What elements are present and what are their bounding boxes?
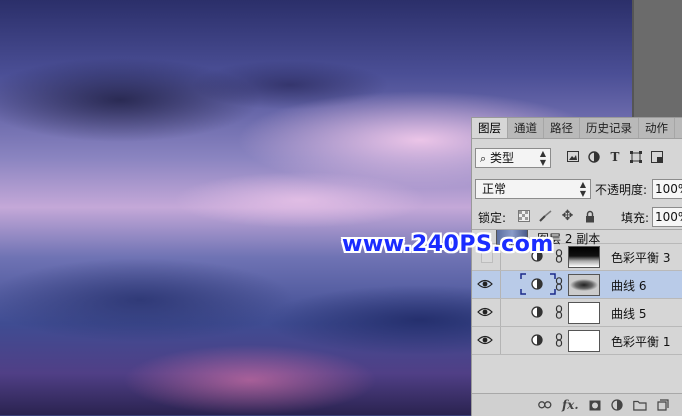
filter-kind-value: 类型 — [490, 151, 515, 165]
layer-mask-thumbnail[interactable] — [568, 330, 600, 352]
blend-mode-value: 正常 — [482, 182, 507, 196]
link-chain-icon[interactable] — [555, 305, 563, 319]
layer-name: 曲线 5 — [611, 307, 647, 321]
link-chain-icon[interactable] — [555, 249, 563, 263]
layer-row[interactable]: 曲线 6 — [472, 271, 682, 299]
opacity-input[interactable]: 100% — [652, 179, 682, 199]
fill-label: 填充: — [621, 211, 650, 225]
tab-layers[interactable]: 图层 — [472, 118, 508, 138]
smart-object-filter-icon[interactable] — [651, 150, 663, 163]
watermark-text: www.240PS.com — [342, 232, 554, 257]
layer-name: 色彩平衡 1 — [611, 335, 671, 349]
select-arrows-icon: ▲ ▼ — [539, 149, 546, 167]
layer-row[interactable]: 色彩平衡 1 — [472, 327, 682, 355]
tab-actions[interactable]: 动作 — [639, 118, 675, 138]
fill-input[interactable]: 100% — [652, 207, 682, 227]
layer-mask-thumbnail[interactable] — [568, 246, 600, 268]
folder-icon[interactable] — [632, 398, 647, 412]
mask-icon[interactable] — [589, 398, 601, 412]
search-icon: ⌕ — [480, 152, 487, 165]
layer-mask-thumbnail[interactable] — [568, 302, 600, 324]
new-layer-icon[interactable] — [656, 398, 669, 412]
eye-icon[interactable] — [477, 305, 493, 319]
eye-icon[interactable] — [477, 277, 493, 291]
adjustment-layer-icon — [531, 306, 543, 318]
tab-paths[interactable]: 路径 — [544, 118, 580, 138]
filter-kind-select[interactable]: ⌕ 类型 ▲ ▼ — [475, 148, 551, 168]
layer-name: 色彩平衡 3 — [611, 251, 671, 265]
panel-footer: fx. — [472, 393, 682, 416]
tab-history[interactable]: 历史记录 — [580, 118, 639, 138]
lock-all-icon[interactable] — [583, 209, 596, 223]
fx-icon[interactable]: fx. — [562, 398, 579, 412]
image-filter-icon[interactable] — [567, 150, 579, 163]
link-chain-icon[interactable] — [555, 277, 563, 291]
layers-panel: 图层 通道 路径 历史记录 动作 ⌕ 类型 ▲ ▼ T 正常 ▲ ▼ 不透明度:… — [471, 117, 682, 416]
shape-filter-icon[interactable] — [630, 150, 642, 163]
lock-position-icon[interactable]: ✥ — [561, 208, 574, 224]
type-filter-icon[interactable]: T — [609, 150, 621, 164]
panel-tabs: 图层 通道 路径 历史记录 动作 — [472, 118, 682, 139]
adjustment-layer-icon — [531, 278, 543, 290]
layer-row[interactable]: 曲线 5 — [472, 299, 682, 327]
lock-transparent-icon[interactable] — [517, 209, 530, 223]
lock-image-icon[interactable] — [539, 209, 552, 223]
blend-mode-select[interactable]: 正常 ▲ ▼ — [475, 179, 591, 199]
lock-label: 锁定: — [478, 211, 507, 225]
adjustment-filter-icon[interactable] — [588, 150, 600, 163]
adjustment-icon[interactable] — [610, 398, 623, 412]
layer-mask-thumbnail[interactable] — [568, 274, 600, 296]
adjustment-layer-icon — [531, 334, 543, 346]
tab-channels[interactable]: 通道 — [508, 118, 544, 138]
eye-icon[interactable] — [477, 333, 493, 347]
layer-name: 曲线 6 — [611, 279, 647, 293]
select-arrows-icon: ▲ ▼ — [579, 180, 586, 198]
link-icon[interactable] — [538, 398, 552, 412]
opacity-label: 不透明度: — [595, 183, 648, 197]
link-chain-icon[interactable] — [555, 333, 563, 347]
